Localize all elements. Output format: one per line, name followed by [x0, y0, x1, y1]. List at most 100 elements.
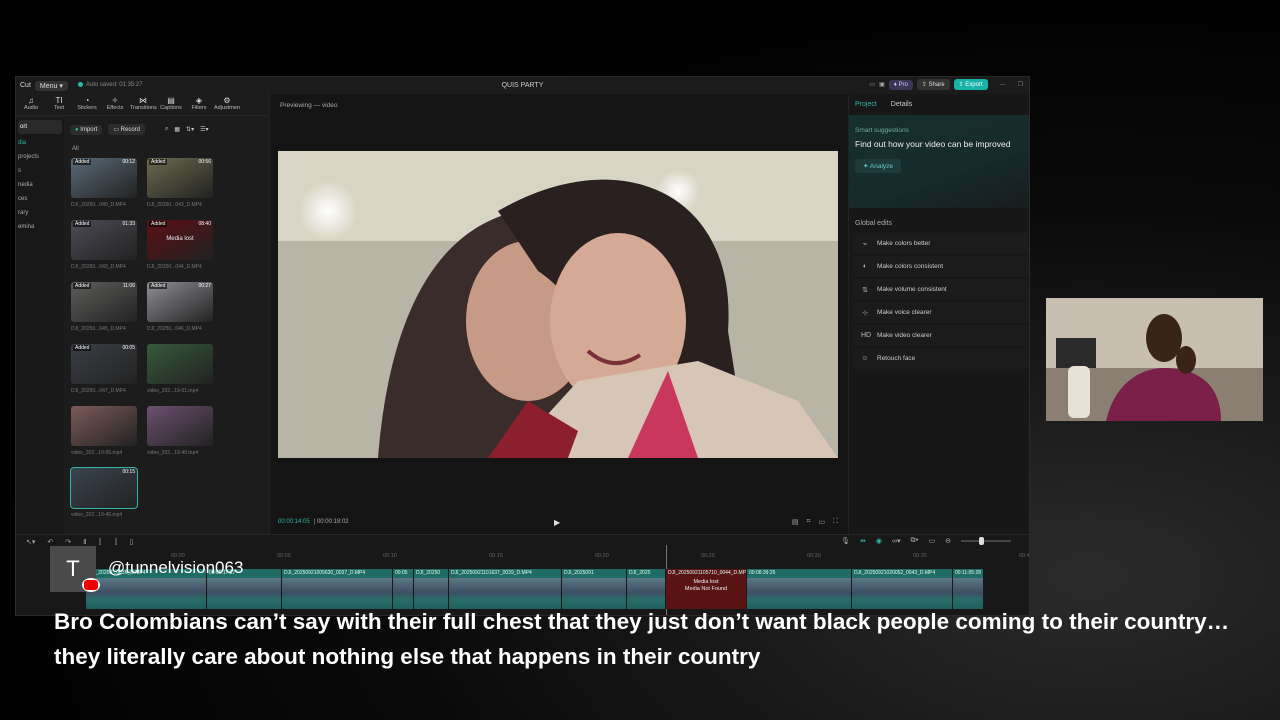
media-item[interactable]: video_202...19-51.mp4: [147, 344, 213, 406]
split-left-icon[interactable]: ⟦: [99, 538, 102, 546]
preview-tools: ▤ ⌗ ▭ ⛶: [792, 518, 838, 526]
sidenav-item[interactable]: emina: [16, 220, 64, 234]
caption-track-icon[interactable]: ▭: [929, 537, 936, 545]
global-edit-item[interactable]: HD Make video clearer: [853, 325, 1029, 346]
media-panel: ♫ Audio TI Text ◔ Stickers ✧ Effects ⋈ Transition…: [16, 94, 270, 534]
preview-axis-icon[interactable]: ⧉▾: [911, 537, 919, 545]
filter-icon[interactable]: ☰▾: [200, 126, 208, 133]
tool-tab-1[interactable]: TI Text: [46, 94, 72, 115]
sort-icon[interactable]: ⇅▾: [186, 126, 194, 133]
restore-icon[interactable]: ❐: [1018, 81, 1023, 88]
redo-icon[interactable]: ↷: [65, 538, 71, 546]
tool-tab-6[interactable]: ◈ Filters: [186, 94, 212, 115]
global-edit-item[interactable]: ☺ Retouch face: [853, 348, 1029, 369]
zoom-slider[interactable]: [961, 537, 1011, 545]
export-button[interactable]: ⇧ Export: [953, 79, 988, 90]
tool-tab-7[interactable]: ⚙ Adjustmen: [214, 94, 240, 115]
media-duration: 08:40: [198, 221, 211, 227]
media-item[interactable]: Added 00:56 DJI_20250...043_D.MP4: [147, 158, 213, 220]
quality-icon[interactable]: ▭: [818, 518, 825, 526]
global-edit-item[interactable]: ⇅ Make volume consistent: [853, 279, 1029, 300]
undo-icon[interactable]: ↶: [47, 538, 53, 546]
media-item[interactable]: Added 08:40 Media lost DJI_20250...044_D.MP…: [147, 220, 213, 282]
media-item[interactable]: Added 11:06 DJI_20250...045_D.MP4: [71, 282, 137, 344]
view-grid-icon[interactable]: ▦: [174, 126, 180, 133]
media-item[interactable]: video_202...19-55.mp4: [71, 406, 137, 468]
tool-tab-2[interactable]: ◔ Stickers: [74, 94, 100, 115]
global-edits-list: ⌁ Make colors better ◐ Make colors consiste…: [849, 233, 1029, 369]
screen-icon[interactable]: ▣: [879, 81, 885, 88]
crop-icon[interactable]: ⌗: [807, 518, 811, 526]
share-button[interactable]: ⇪ Share: [916, 79, 950, 90]
smart-suggestions: Smart suggestions Find out how your vide…: [849, 115, 1029, 208]
timeline-clip[interactable]: DJI_20250921101637_0039_D.MP4: [449, 569, 561, 609]
timeline-clip[interactable]: DJI_20250921105710_0044_D.MP4 Media lost M…: [666, 569, 746, 609]
split-icon[interactable]: Ⅱ: [83, 538, 86, 546]
tool-tab-3[interactable]: ✧ Effects: [102, 94, 128, 115]
play-button[interactable]: ▶: [554, 518, 560, 527]
media-toolbar: ● Import ▭ Record ⌕ ▦ ⇅▾ ☰▾: [70, 124, 208, 135]
magnet-icon[interactable]: ◉: [876, 537, 882, 545]
sidenav-item[interactable]: s: [16, 164, 64, 178]
tool-tab-5[interactable]: ▤ Captions: [158, 94, 184, 115]
analyze-label: Analyze: [869, 163, 894, 170]
tab-project[interactable]: Project: [855, 101, 877, 108]
clip-name: 00:11:05:28: [955, 570, 982, 576]
sidenav-item[interactable]: ort: [18, 120, 62, 134]
menu-button[interactable]: Menu ▾: [34, 80, 68, 91]
global-edit-item[interactable]: ⌁ Make colors better: [853, 233, 1029, 254]
added-badge: Added: [73, 283, 92, 289]
tool-tab-4[interactable]: ⋈ Transitions: [130, 94, 157, 115]
timeline-clip[interactable]: 00:11:05:28: [953, 569, 983, 609]
timeline-clip[interactable]: 00:08:39:26: [747, 569, 851, 609]
split-right-icon[interactable]: ⟧: [114, 538, 117, 546]
media-item[interactable]: Added 00:12 DJI_20250...040_D.MP4: [71, 158, 137, 220]
record-button[interactable]: ▭ Record: [108, 124, 145, 135]
tool-tab-label: Stickers: [77, 105, 97, 111]
media-grid: Added 00:12 DJI_20250...040_D.MP4 Added 00:5…: [70, 158, 221, 530]
timeline-clip[interactable]: DJI_2025: [627, 569, 665, 609]
media-item[interactable]: video_202...19-40.mp4: [147, 406, 213, 468]
snap-icon[interactable]: ∞▾: [892, 537, 901, 545]
current-time: 00:00:14:05: [278, 519, 310, 525]
global-edit-item[interactable]: ⊹ Make voice clearer: [853, 302, 1029, 323]
sidenav-item[interactable]: projects: [16, 150, 64, 164]
ratio-icon[interactable]: ▤: [792, 518, 799, 526]
sidenav-item[interactable]: nedia: [16, 178, 64, 192]
ruler-tick: 00:05: [277, 553, 291, 559]
import-button[interactable]: ● Import: [70, 124, 103, 135]
global-edit-item[interactable]: ◐ Make colors consistent: [853, 256, 1029, 277]
timeline-clip[interactable]: 00:05: [393, 569, 413, 609]
timeline-clip[interactable]: DJI_20250: [414, 569, 448, 609]
video-frame-image: [278, 151, 838, 458]
tab-details[interactable]: Details: [891, 101, 912, 108]
video-frame[interactable]: [278, 151, 838, 458]
sticker-icon: ◔: [84, 96, 90, 105]
layout-icon[interactable]: ▭: [869, 81, 875, 88]
timeline-clip[interactable]: DJI_20250921020052_0043_D.MP4: [852, 569, 952, 609]
analyze-button[interactable]: ✦ Analyze: [855, 159, 902, 173]
filter-all[interactable]: All: [72, 146, 79, 152]
timeline-clip[interactable]: DJI_2025091: [562, 569, 626, 609]
media-item[interactable]: Added 00:05 DJI_20250...047_D.MP4: [71, 344, 137, 406]
media-duration: 00:05: [122, 345, 135, 351]
media-item[interactable]: 00:15 video_202...19-46.mp4: [70, 467, 138, 530]
media-item[interactable]: Added 01:33 DJI_20250...043_D.MP4: [71, 220, 137, 282]
delete-icon[interactable]: ▯: [130, 538, 134, 546]
captions-icon: ▤: [167, 96, 175, 105]
timeline-clip[interactable]: DJI_20250921005630_0037_D.MP4: [282, 569, 392, 609]
tool-tab-0[interactable]: ♫ Audio: [18, 94, 44, 115]
sidenav-item[interactable]: dia: [16, 136, 64, 150]
zoom-out-icon[interactable]: ⊖: [945, 537, 951, 545]
fullscreen-icon[interactable]: ⛶: [833, 518, 838, 526]
sidenav-item[interactable]: ces: [16, 192, 64, 206]
select-tool-icon[interactable]: ↖▾: [26, 538, 35, 546]
mic-icon[interactable]: 🎙: [841, 537, 850, 545]
minimize-icon[interactable]: —: [1000, 82, 1006, 88]
media-item[interactable]: Added 00:27 DJI_20250...046_D.MP4: [147, 282, 213, 344]
sidenav-item[interactable]: rary: [16, 206, 64, 220]
search-icon[interactable]: ⌕: [165, 126, 168, 133]
pro-button[interactable]: ♦ Pro: [888, 79, 913, 90]
filters-icon: ◈: [195, 96, 203, 105]
link-icon[interactable]: ⇹: [860, 537, 866, 545]
